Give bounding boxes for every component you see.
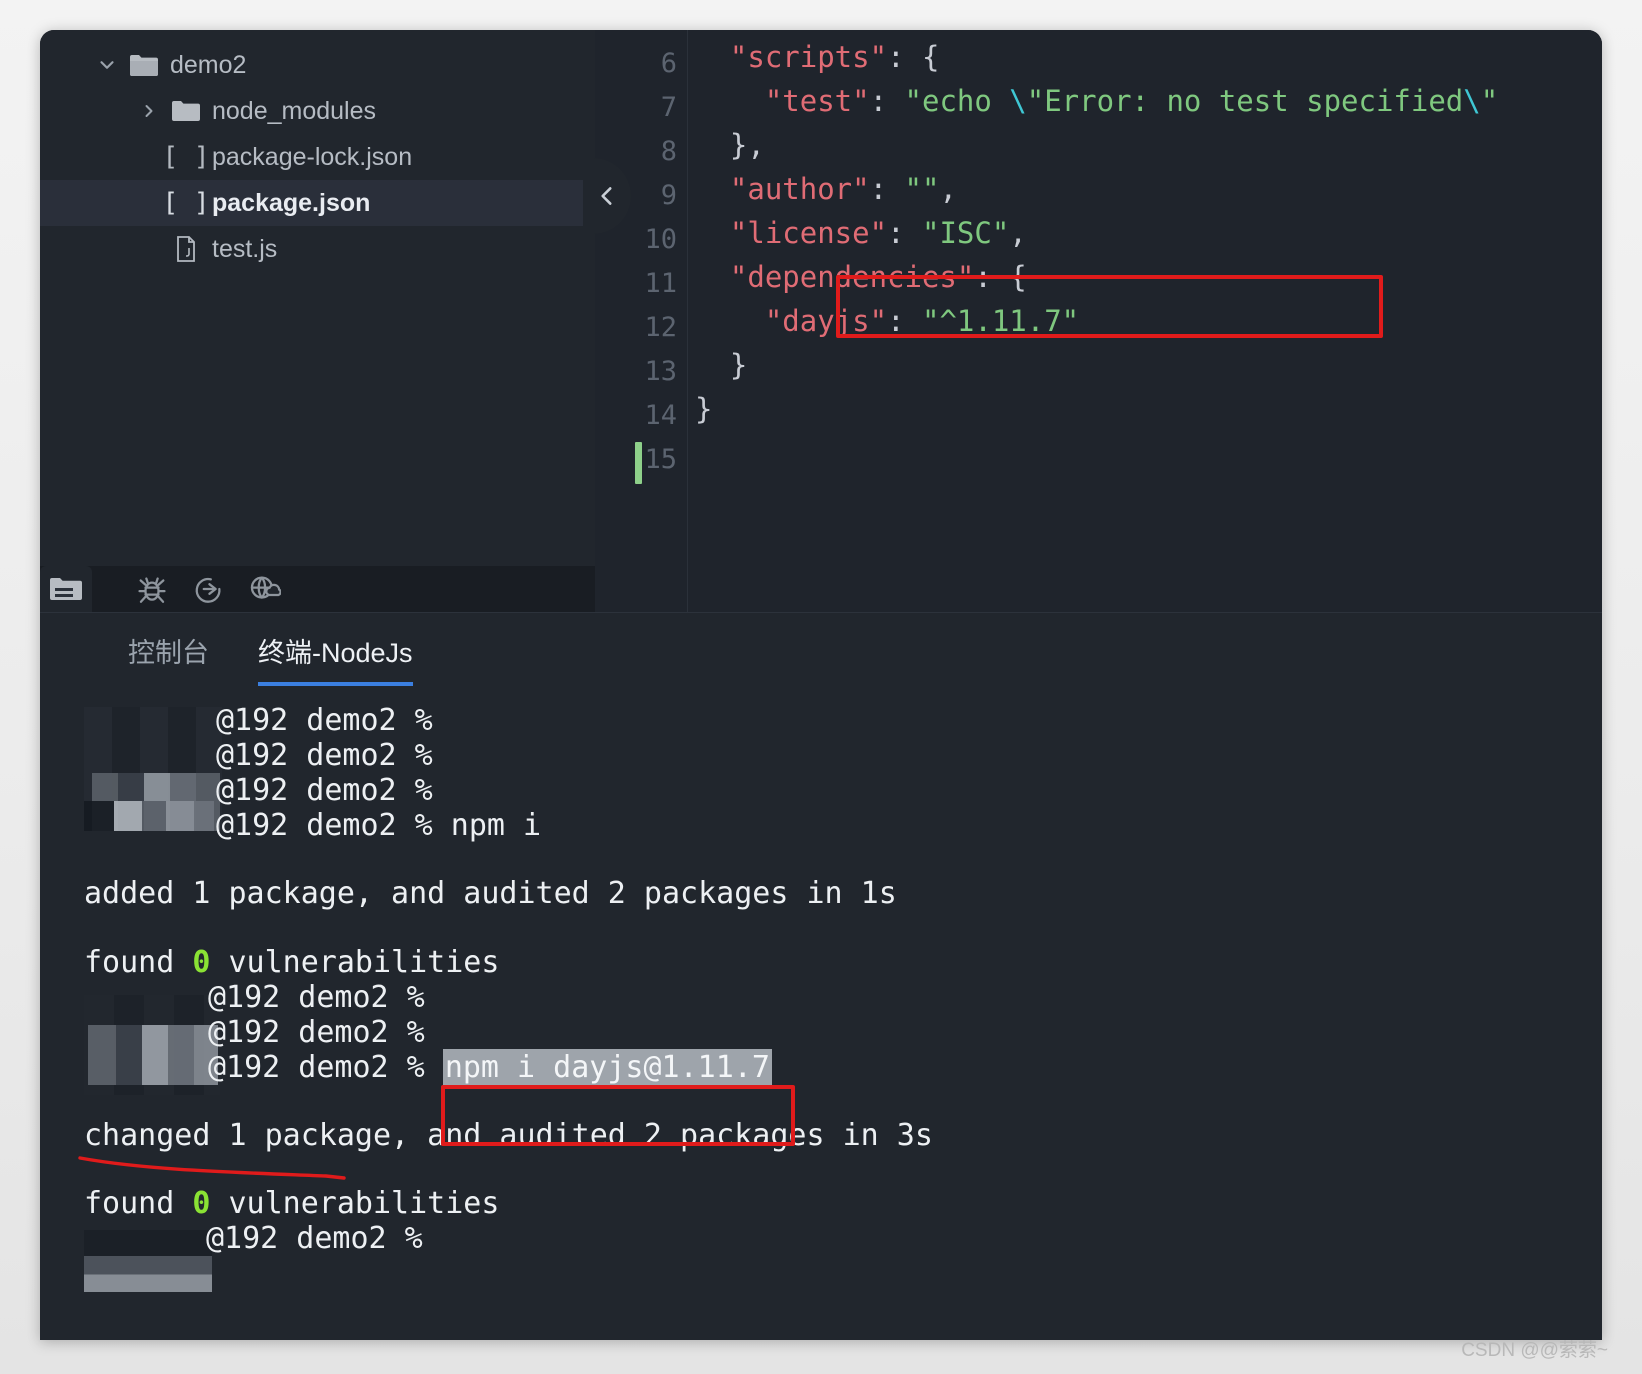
terminal-output-found-2: found 0 vulnerabilities <box>84 1186 500 1221</box>
terminal-output-added: added 1 package, and audited 2 packages … <box>84 876 897 911</box>
terminal-output[interactable]: @192 demo2 % @192 demo2 % @192 demo2 % @… <box>40 695 1602 1340</box>
terminal-prompt-line: @192 demo2 % <box>208 1015 425 1050</box>
terminal-prompt-line: @192 demo2 % <box>208 980 425 1015</box>
json-file-icon: [ ] <box>162 142 210 172</box>
line-number: 11 <box>644 268 677 299</box>
globe-cloud-icon[interactable] <box>236 566 292 612</box>
code-line-8: }, <box>695 128 765 162</box>
tree-item-test-js[interactable]: test.js <box>40 226 595 272</box>
project-files-icon[interactable] <box>40 566 92 612</box>
annotation-underline <box>78 1156 346 1180</box>
line-number: 10 <box>644 224 677 255</box>
code-line-9: "author": "", <box>729 172 957 206</box>
tree-item-label: demo2 <box>170 50 247 79</box>
terminal-command-npm-i: @192 demo2 % npm i <box>216 808 542 843</box>
line-number: 7 <box>660 92 677 123</box>
terminal-prompt-line: @192 demo2 % <box>216 738 433 773</box>
code-line-12: "dayjs": "^1.11.7" <box>764 304 1080 338</box>
line-number: 15 <box>644 444 677 475</box>
chevron-down-icon[interactable] <box>90 54 124 76</box>
editor-gutter: 6 7 8 9 10 11 12 13 14 15 <box>595 30 688 612</box>
code-line-11: "dependencies": { <box>729 260 1027 294</box>
code-line-14: } <box>695 392 713 426</box>
ide-window: demo2 node_modules [ ] package-lock.json <box>40 30 1602 1340</box>
terminal-prompt-line: @192 demo2 % <box>216 703 433 738</box>
code-line-7: "test": "echo \"Error: no test specified… <box>764 84 1499 118</box>
line-number: 12 <box>644 312 677 343</box>
folder-icon <box>166 99 206 123</box>
tab-console[interactable]: 控制台 <box>128 631 209 682</box>
editor-code-area[interactable]: "scripts": { "test": "echo \"Error: no t… <box>695 30 1602 612</box>
terminal-command-npm-i-dayjs: @192 demo2 % npm i dayjs@1.11.7 <box>208 1049 772 1086</box>
terminal-prompt-line: @192 demo2 % <box>216 773 433 808</box>
redacted-username-block <box>84 801 214 831</box>
csdn-watermark: CSDN @@萦萦~ <box>1461 1340 1608 1361</box>
code-line-13: } <box>695 348 748 382</box>
selected-command-text: npm i dayjs@1.11.7 <box>442 1049 772 1086</box>
redacted-username-block <box>84 1230 212 1292</box>
change-marker <box>635 442 642 484</box>
chevron-right-icon[interactable] <box>132 101 166 121</box>
tree-item-label: package-lock.json <box>212 142 413 171</box>
folder-open-icon <box>124 52 164 78</box>
side-toolbar[interactable] <box>40 566 595 612</box>
js-file-icon <box>166 235 206 263</box>
terminal-output-found-1: found 0 vulnerabilities <box>84 945 500 980</box>
tree-item-node_modules[interactable]: node_modules <box>40 88 595 134</box>
json-file-icon: [ ] <box>162 188 210 218</box>
terminal-output-changed: changed 1 package, and audited 2 package… <box>84 1118 933 1153</box>
tree-item-label: node_modules <box>212 96 377 125</box>
code-line-6: "scripts": { <box>729 40 940 74</box>
tree-item-label: package.json <box>212 188 371 217</box>
tab-terminal-nodejs[interactable]: 终端-NodeJs <box>258 631 413 686</box>
code-editor[interactable]: 6 7 8 9 10 11 12 13 14 15 "scripts": { "… <box>595 30 1602 612</box>
redacted-username-block <box>88 1025 218 1085</box>
upper-split: demo2 node_modules [ ] package-lock.json <box>40 30 1602 612</box>
tree-item-demo2[interactable]: demo2 <box>40 42 595 88</box>
project-file-tree[interactable]: demo2 node_modules [ ] package-lock.json <box>40 30 595 612</box>
code-line-10: "license": "ISC", <box>729 216 1027 250</box>
line-number: 6 <box>660 48 677 79</box>
terminal-prompt-line: @192 demo2 % <box>206 1221 423 1256</box>
tree-item-package-json[interactable]: [ ] package.json <box>40 180 595 226</box>
run-arrow-icon[interactable] <box>180 566 236 612</box>
bottom-panel: 控制台 终端-NodeJs @192 demo2 % @192 demo2 % … <box>40 612 1602 1340</box>
tree-item-package-lock-json[interactable]: [ ] package-lock.json <box>40 134 595 180</box>
tree-item-label: test.js <box>212 234 278 263</box>
line-number: 9 <box>660 180 677 211</box>
line-number: 13 <box>644 356 677 387</box>
line-number: 8 <box>660 136 677 167</box>
panel-tab-bar[interactable]: 控制台 终端-NodeJs <box>40 613 1602 691</box>
line-number: 14 <box>644 400 677 431</box>
debug-bug-icon[interactable] <box>124 566 180 612</box>
